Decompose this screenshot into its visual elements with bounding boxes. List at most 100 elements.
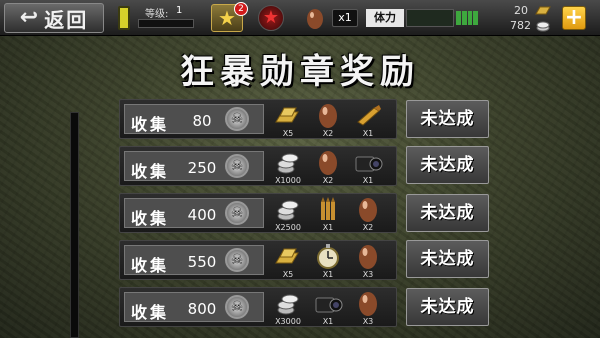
scrollbar[interactable] (70, 112, 79, 338)
reward-slot: X2 (306, 147, 350, 187)
red-star-icon: ★ (262, 7, 280, 28)
add-resource-button[interactable]: + (562, 6, 586, 30)
stopwatch-icon (317, 244, 339, 269)
back-button[interactable]: ↩ 返回 (4, 3, 104, 33)
collect-number: 80 (192, 112, 212, 130)
reward-qty: X1 (322, 223, 334, 232)
red-star-button[interactable]: ★ (258, 5, 284, 31)
collect-number: 250 (187, 159, 217, 177)
silver-count: 782 (510, 19, 531, 32)
reward-row: 收集 400 ☠ X2500 X1 X2 (119, 193, 397, 233)
reward-slot: X1 (306, 194, 350, 234)
skull-medal-icon: ☠ (225, 107, 249, 131)
reward-qty: X1000 (275, 176, 301, 185)
page-title: 狂暴勋章奖励 (180, 52, 420, 92)
skull-medal-icon: ☠ (225, 201, 249, 225)
reward-slot: X2 (306, 100, 350, 140)
reward-slot: X1000 (266, 147, 310, 187)
gold-count: 20 (514, 4, 528, 17)
reward-qty: X2500 (275, 223, 301, 232)
collect-number: 400 (187, 206, 217, 224)
status-button[interactable]: 未达成 (406, 288, 489, 326)
collect-label: 收集 (131, 209, 170, 228)
collect-label: 收集 (131, 115, 170, 134)
gold-bars-icon (275, 107, 299, 123)
status-button[interactable]: 未达成 (406, 194, 489, 232)
reward-qty: X1 (362, 176, 374, 185)
reward-qty: X1 (322, 270, 334, 279)
egg-count: x1 (332, 9, 358, 27)
collect-label: 收集 (131, 303, 170, 322)
egg-icon (319, 151, 337, 175)
reward-qty: X5 (282, 270, 294, 279)
reward-slot: X2500 (266, 194, 310, 234)
bullet-icon (357, 105, 381, 126)
reward-qty: X3 (362, 317, 374, 326)
status-button[interactable]: 未达成 (406, 146, 489, 184)
reward-slot: X5 (266, 241, 310, 281)
bullets-icon (321, 197, 335, 220)
skull-medal-icon: ☠ (225, 154, 249, 178)
skull-medal-icon: ☠ (225, 248, 249, 272)
reward-qty: X3 (362, 270, 374, 279)
reward-row: 收集 250 ☠ X1000 X2 X1 (119, 146, 397, 186)
egg-icon (359, 292, 377, 316)
return-arrow-icon: ↩ (19, 5, 39, 30)
reward-slot: X5 (266, 100, 310, 140)
gold-icon (535, 6, 551, 15)
condition-box: 收集 80 ☠ (124, 104, 264, 134)
egg-icon (319, 104, 337, 128)
collect-label: 收集 (131, 162, 170, 181)
plus-icon: + (564, 5, 584, 30)
back-label: 返回 (44, 7, 89, 32)
xp-bar (138, 19, 194, 28)
reward-slot: X2 (346, 194, 390, 234)
collect-number: 800 (187, 300, 217, 318)
condition-box: 收集 800 ☠ (124, 292, 264, 322)
reward-qty: X2 (322, 176, 334, 185)
egg-icon (359, 245, 377, 269)
reward-qty: X2 (322, 129, 334, 138)
level-label: 等级: (145, 9, 169, 20)
reward-qty: X1 (362, 129, 374, 138)
reward-slot: X1 (306, 241, 350, 281)
reward-row: 收集 550 ☠ X5 X1 X3 (119, 240, 397, 280)
notification-badge: 2 (234, 2, 248, 16)
reward-row: 收集 80 ☠ X5 X2 X1 (119, 99, 397, 139)
silver-coins-icon (277, 294, 299, 315)
status-button[interactable]: 未达成 (406, 240, 489, 278)
reward-qty: X5 (282, 129, 294, 138)
camera-icon (355, 156, 383, 172)
reward-slot: X1 (306, 288, 350, 328)
camera-icon (315, 297, 343, 313)
reward-qty: X3000 (275, 317, 301, 326)
phone-icon (118, 6, 130, 30)
condition-box: 收集 550 ☠ (124, 245, 264, 275)
reward-slot: X1 (346, 100, 390, 140)
reward-slot: X3 (346, 288, 390, 328)
silver-coins-icon (277, 200, 299, 221)
collect-number: 550 (187, 253, 217, 271)
reward-slot: X1 (346, 147, 390, 187)
condition-box: 收集 250 ☠ (124, 151, 264, 181)
reward-qty: X1 (322, 317, 334, 326)
skull-medal-icon: ☠ (225, 295, 249, 319)
egg-icon (307, 9, 323, 29)
silver-coin-icon (536, 21, 550, 32)
stamina-gauge (456, 11, 478, 25)
stamina-bar (406, 9, 454, 27)
egg-icon (359, 198, 377, 222)
reward-row: 收集 800 ☠ X3000 X1 X3 (119, 287, 397, 327)
stamina-fill (407, 10, 453, 26)
level-value: 1 (176, 5, 183, 16)
reward-slot: X3000 (266, 288, 310, 328)
status-button[interactable]: 未达成 (406, 100, 489, 138)
reward-qty: X2 (362, 223, 374, 232)
condition-box: 收集 400 ☠ (124, 198, 264, 228)
collect-label: 收集 (131, 256, 170, 275)
gold-bars-icon (275, 248, 299, 264)
reward-slot: X3 (346, 241, 390, 281)
silver-coins-icon (277, 153, 299, 174)
stamina-label: 体力 (366, 9, 404, 27)
top-bar: ↩ 返回 等级: 1 ★ 2 ★ x1 体力 20 782 + (0, 0, 600, 36)
